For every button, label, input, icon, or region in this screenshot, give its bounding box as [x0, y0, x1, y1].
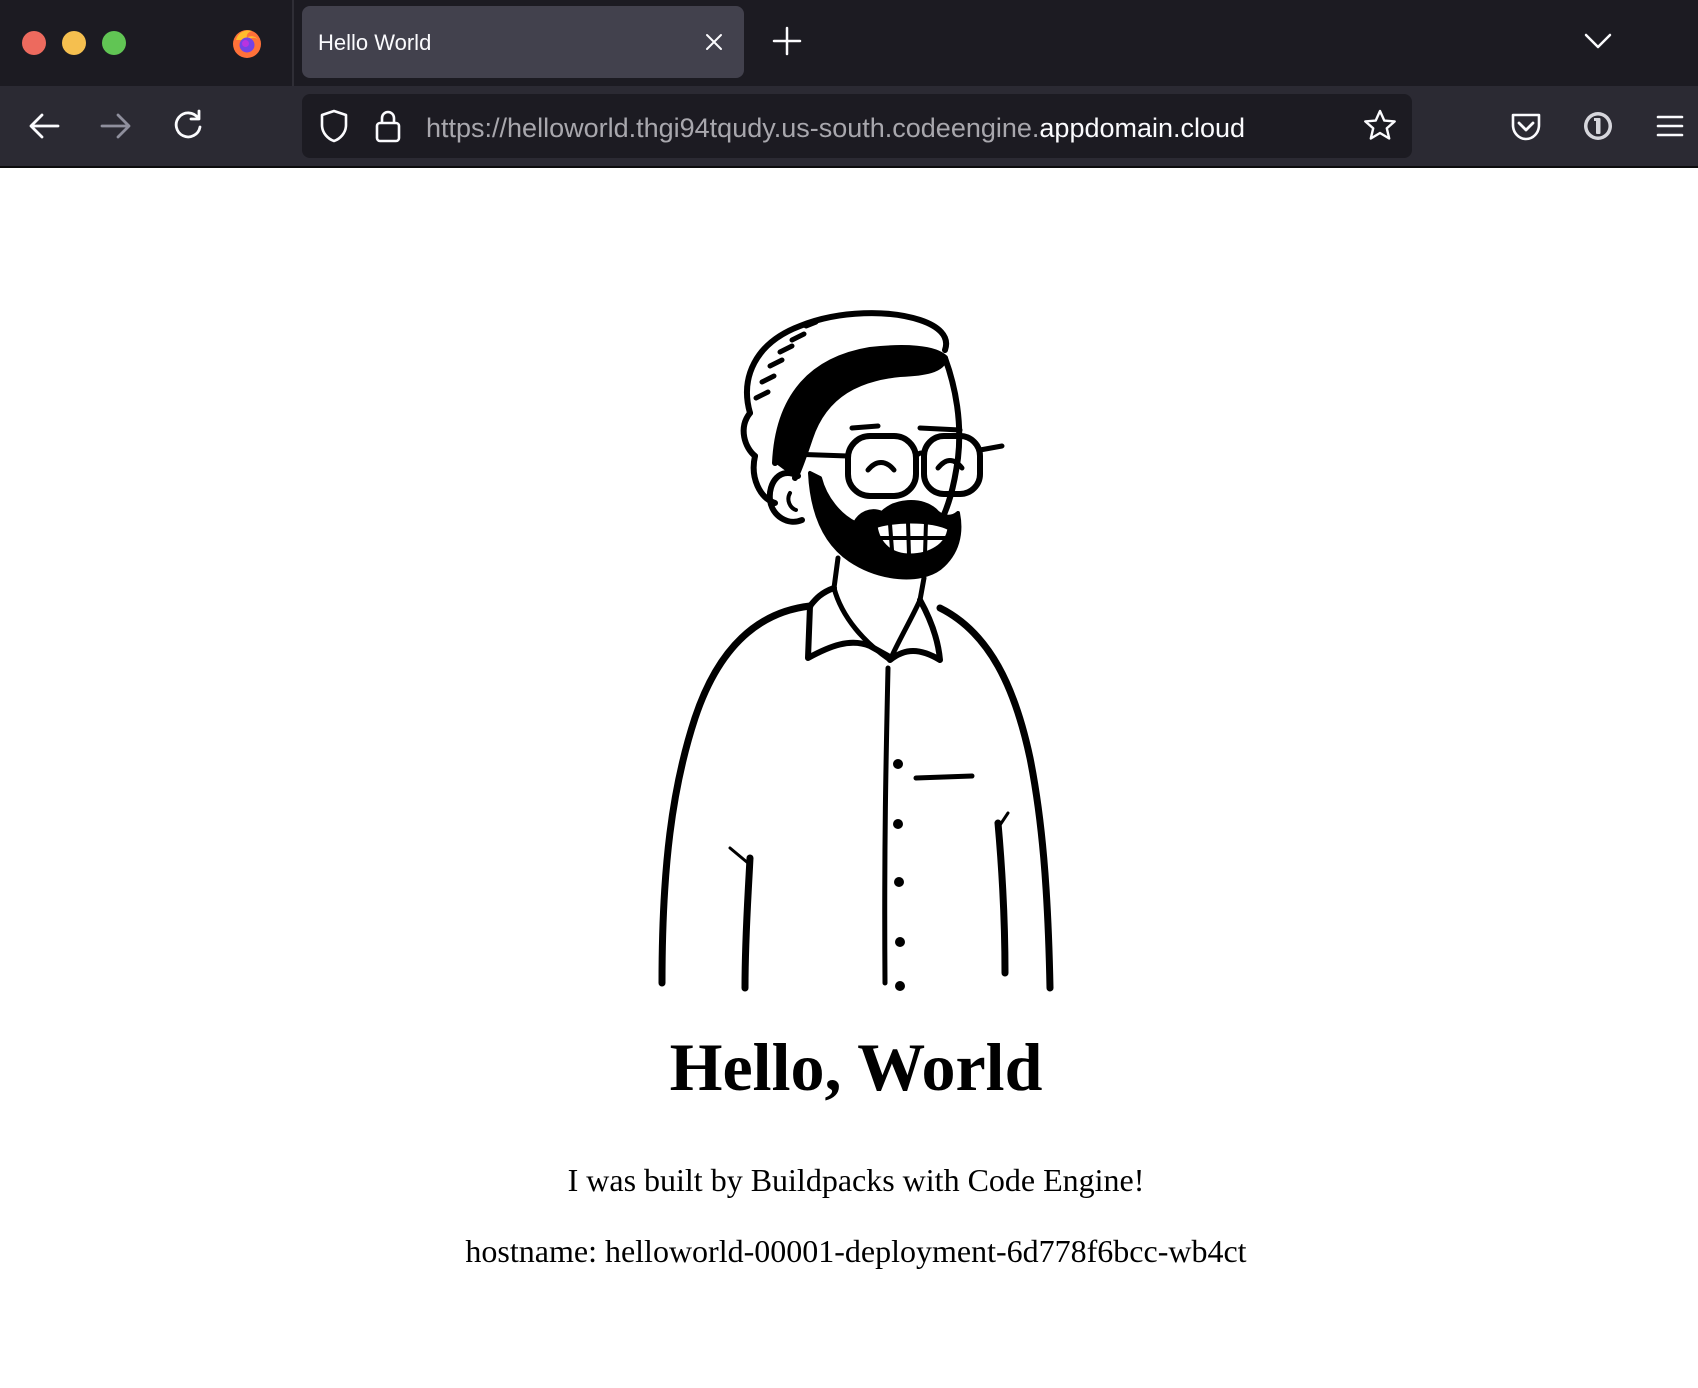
- back-arrow-icon[interactable]: [24, 106, 64, 146]
- address-bar[interactable]: https://helloworld.thgi94tqudy.us-south.…: [302, 94, 1412, 158]
- lock-icon[interactable]: [368, 106, 408, 146]
- window-minimize-button[interactable]: [62, 31, 86, 55]
- window-close-button[interactable]: [22, 31, 46, 55]
- bearded-man-illustration: [658, 310, 1054, 992]
- url-domain: appdomain.cloud: [1039, 113, 1246, 143]
- chevron-down-icon[interactable]: [1580, 26, 1616, 56]
- page-content: Hello, World I was built by Buildpacks w…: [0, 168, 1698, 1388]
- forward-arrow-icon[interactable]: [96, 106, 136, 146]
- window-maximize-button[interactable]: [102, 31, 126, 55]
- tab-title: Hello World: [318, 30, 432, 55]
- plus-icon[interactable]: [770, 24, 804, 58]
- browser-tab-strip: Hello World: [0, 0, 1698, 86]
- password-manager-icon[interactable]: [1578, 106, 1618, 146]
- reload-icon[interactable]: [168, 106, 208, 146]
- tab-divider: [292, 0, 294, 86]
- hostname-text: hostname: helloworld-00001-deployment-6d…: [465, 1233, 1247, 1269]
- page-heading: Hello, World: [669, 1029, 1043, 1105]
- firefox-logo-icon: [233, 30, 261, 58]
- navigation-toolbar: https://helloworld.thgi94tqudy.us-south.…: [0, 86, 1698, 168]
- close-icon[interactable]: [700, 28, 728, 56]
- url-text[interactable]: https://helloworld.thgi94tqudy.us-south.…: [426, 113, 1245, 144]
- pocket-icon[interactable]: [1506, 106, 1546, 146]
- tab-hello-world[interactable]: Hello World: [302, 6, 744, 78]
- hamburger-menu-icon[interactable]: [1650, 106, 1690, 146]
- star-icon[interactable]: [1360, 106, 1400, 146]
- build-message: I was built by Buildpacks with Code Engi…: [567, 1162, 1145, 1198]
- shield-icon[interactable]: [314, 106, 354, 146]
- url-prefix: https://helloworld.thgi94tqudy.us-south.…: [426, 113, 1040, 143]
